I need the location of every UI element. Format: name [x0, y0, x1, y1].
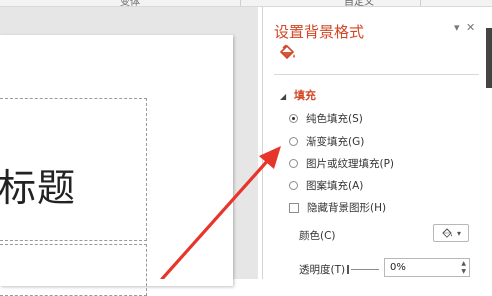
annotation-arrow: [160, 146, 281, 279]
